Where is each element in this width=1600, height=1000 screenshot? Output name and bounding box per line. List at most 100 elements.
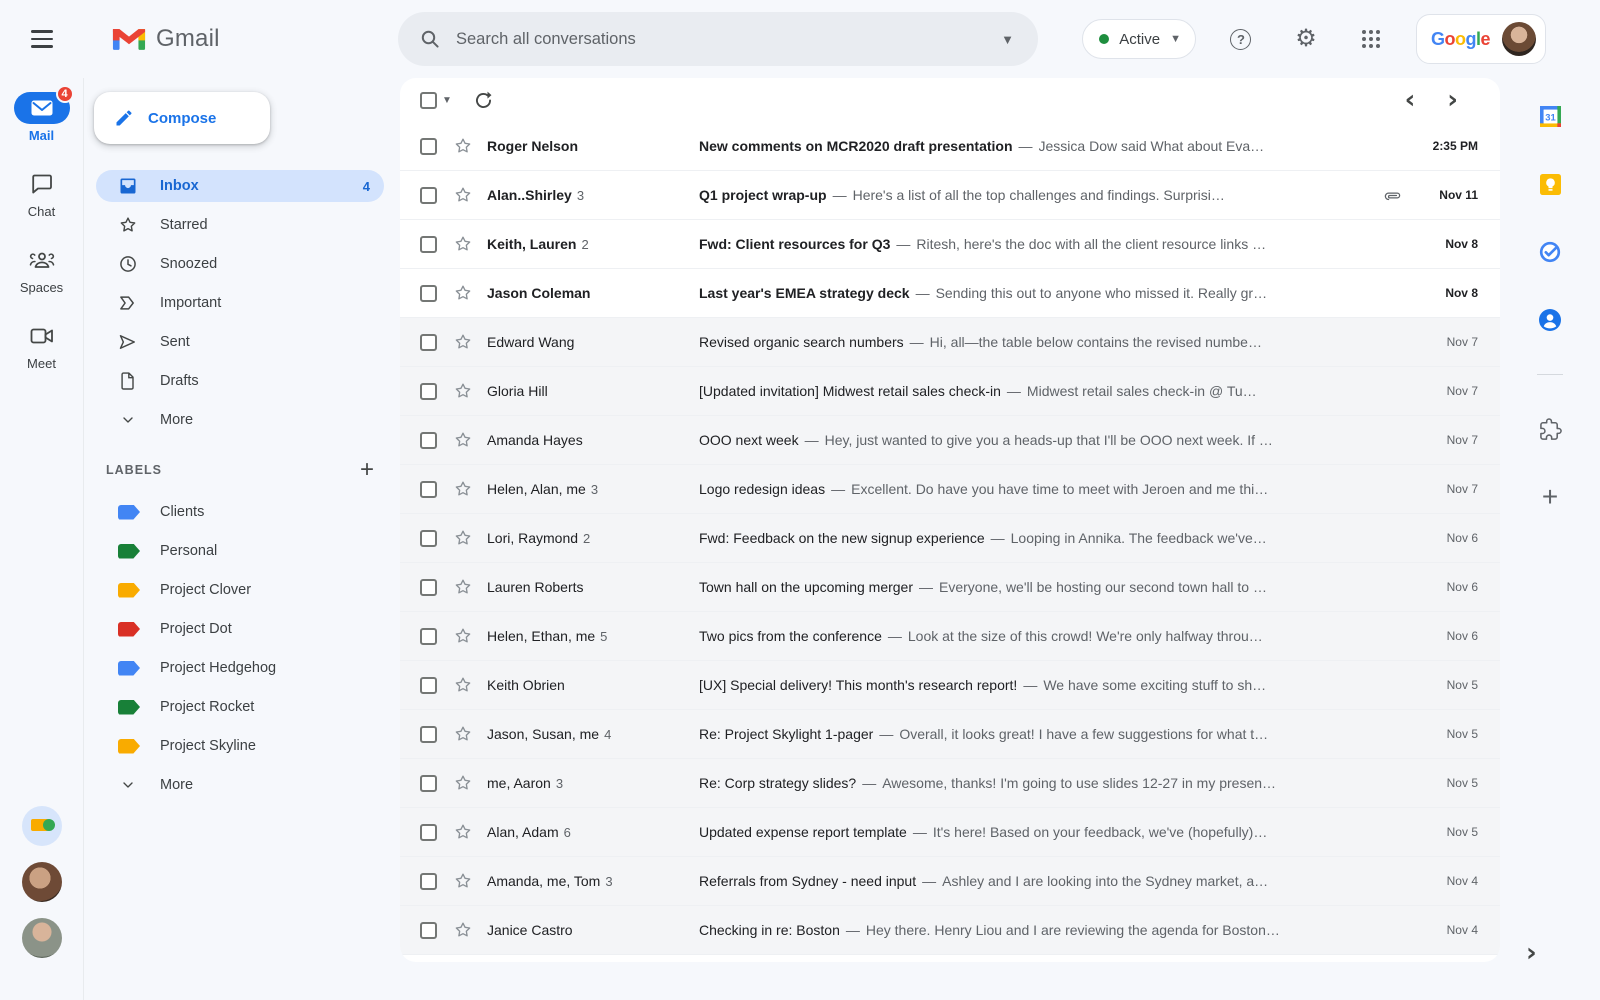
label-item-project-clover[interactable]: Project Clover bbox=[96, 574, 384, 606]
star-icon[interactable] bbox=[453, 136, 473, 156]
star-icon[interactable] bbox=[453, 430, 473, 450]
label-item-project-dot[interactable]: Project Dot bbox=[96, 613, 384, 645]
star-icon[interactable] bbox=[453, 234, 473, 254]
row-checkbox[interactable] bbox=[420, 774, 437, 792]
star-icon[interactable] bbox=[453, 381, 473, 401]
row-checkbox[interactable] bbox=[420, 186, 437, 204]
conversation-row[interactable]: Janice Castro Checking in re: Boston — Hey … bbox=[400, 906, 1500, 955]
subject: Q1 project wrap-up bbox=[699, 187, 827, 203]
sidebar-item-starred[interactable]: Starred bbox=[96, 209, 384, 241]
conversation-row[interactable]: me, Aaron 3 Re: Corp strategy slides? — Awes… bbox=[400, 759, 1500, 808]
compose-button[interactable]: Compose bbox=[94, 92, 270, 144]
conversation-row[interactable]: Gloria Hill [Updated invitation] Midwest … bbox=[400, 367, 1500, 416]
row-checkbox[interactable] bbox=[420, 823, 437, 841]
search-input[interactable] bbox=[456, 29, 1002, 49]
settings-button[interactable]: ⚙ bbox=[1286, 19, 1326, 59]
sidebar-item-snoozed[interactable]: Snoozed bbox=[96, 248, 384, 280]
camera-toy-avatar[interactable] bbox=[21, 806, 62, 846]
star-icon[interactable] bbox=[453, 577, 473, 597]
star-icon[interactable] bbox=[453, 185, 473, 205]
conversation-row[interactable]: Jason Coleman Last year's EMEA strategy d… bbox=[400, 269, 1500, 318]
rail-item-chat[interactable]: Chat bbox=[14, 168, 70, 219]
label-item-personal[interactable]: Personal bbox=[96, 535, 384, 567]
conversation-row[interactable]: Edward Wang Revised organic search number… bbox=[400, 318, 1500, 367]
google-keep-icon[interactable] bbox=[1536, 170, 1564, 198]
sidebar-item-drafts[interactable]: Drafts bbox=[96, 365, 384, 397]
select-dropdown-icon[interactable]: ▼ bbox=[442, 95, 452, 106]
row-checkbox[interactable] bbox=[420, 333, 437, 351]
label-item-project-skyline[interactable]: Project Skyline bbox=[96, 730, 384, 762]
search-options-dropdown-icon[interactable]: ▼ bbox=[1001, 32, 1014, 47]
search-icon[interactable] bbox=[420, 29, 440, 49]
older-page-button[interactable]: › bbox=[1447, 87, 1458, 113]
sidebar-item-important[interactable]: Important bbox=[96, 287, 384, 319]
help-button[interactable]: ? bbox=[1221, 19, 1261, 59]
woman-avatar[interactable] bbox=[21, 862, 62, 902]
conversation-row[interactable]: Lori, Raymond 2 Fwd: Feedback on the new s… bbox=[400, 514, 1500, 563]
profile-avatar[interactable] bbox=[1502, 22, 1536, 56]
row-checkbox[interactable] bbox=[420, 529, 437, 547]
google-contacts-icon[interactable] bbox=[1536, 306, 1564, 334]
row-checkbox[interactable] bbox=[420, 284, 437, 302]
conversation-row[interactable]: Amanda Hayes OOO next week — Hey, just want… bbox=[400, 416, 1500, 465]
row-checkbox[interactable] bbox=[420, 235, 437, 253]
add-label-button[interactable]: + bbox=[360, 458, 374, 482]
select-all-checkbox[interactable] bbox=[420, 91, 437, 109]
conversation-row[interactable]: Roger Nelson New comments on MCR2020 draf… bbox=[400, 122, 1500, 171]
row-checkbox[interactable] bbox=[420, 627, 437, 645]
row-checkbox[interactable] bbox=[420, 431, 437, 449]
star-icon[interactable] bbox=[453, 479, 473, 499]
label-item-project-hedgehog[interactable]: Project Hedgehog bbox=[96, 652, 384, 684]
star-icon[interactable] bbox=[453, 283, 473, 303]
google-tasks-icon[interactable] bbox=[1536, 238, 1564, 266]
row-checkbox[interactable] bbox=[420, 578, 437, 596]
star-icon[interactable] bbox=[453, 871, 473, 891]
star-icon[interactable] bbox=[453, 773, 473, 793]
conversation-row[interactable]: Keith Obrien [UX] Special delivery! This … bbox=[400, 661, 1500, 710]
google-apps-button[interactable] bbox=[1351, 19, 1391, 59]
rail-item-spaces[interactable]: Spaces bbox=[14, 244, 70, 295]
add-panel-icon[interactable]: + bbox=[1536, 483, 1564, 511]
rail-item-mail[interactable]: 4 Mail bbox=[13, 85, 74, 143]
row-checkbox[interactable] bbox=[420, 480, 437, 498]
label-item-project-rocket[interactable]: Project Rocket bbox=[96, 691, 384, 723]
sidebar-item-sent[interactable]: Sent bbox=[96, 326, 384, 358]
search-bar[interactable]: ▼ bbox=[398, 12, 1038, 66]
row-checkbox[interactable] bbox=[420, 382, 437, 400]
star-icon[interactable] bbox=[453, 920, 473, 940]
google-calendar-icon[interactable]: 31 bbox=[1536, 102, 1564, 130]
google-account-button[interactable]: Google bbox=[1415, 14, 1546, 64]
sidebar-item-more[interactable]: More bbox=[96, 404, 384, 436]
row-checkbox[interactable] bbox=[420, 921, 437, 939]
star-icon[interactable] bbox=[453, 626, 473, 646]
main-menu-button[interactable] bbox=[20, 17, 64, 61]
conversation-row[interactable]: Alan, Adam 6 Updated expense report templa… bbox=[400, 808, 1500, 857]
star-icon[interactable] bbox=[453, 332, 473, 352]
rail-item-meet[interactable]: Meet bbox=[14, 320, 70, 371]
conversation-row[interactable]: Lauren Roberts Town hall on the upcoming … bbox=[400, 563, 1500, 612]
star-icon[interactable] bbox=[453, 528, 473, 548]
conversation-row[interactable]: Alan..Shirley 3 Q1 project wrap-up — Here's … bbox=[400, 171, 1500, 220]
star-icon[interactable] bbox=[453, 724, 473, 744]
row-checkbox[interactable] bbox=[420, 872, 437, 890]
conversation-row[interactable]: Helen, Alan, me 3 Logo redesign ideas — Exce… bbox=[400, 465, 1500, 514]
row-checkbox[interactable] bbox=[420, 137, 437, 155]
row-checkbox[interactable] bbox=[420, 725, 437, 743]
refresh-icon[interactable] bbox=[474, 91, 493, 110]
labels-more[interactable]: More bbox=[96, 769, 384, 801]
label-item-clients[interactable]: Clients bbox=[96, 496, 384, 528]
man-avatar[interactable] bbox=[21, 918, 62, 958]
conversation-row[interactable]: Keith, Lauren 2 Fwd: Client resources for … bbox=[400, 220, 1500, 269]
sidebar-item-inbox[interactable]: Inbox 4 bbox=[96, 170, 384, 202]
row-checkbox[interactable] bbox=[420, 676, 437, 694]
conversation-row[interactable]: Amanda, me, Tom 3 Referrals from Sydney - … bbox=[400, 857, 1500, 906]
conversation-row[interactable]: Helen, Ethan, me 5 Two pics from the confe… bbox=[400, 612, 1500, 661]
star-icon[interactable] bbox=[453, 822, 473, 842]
get-add-ons-icon[interactable] bbox=[1536, 415, 1564, 443]
star-icon[interactable] bbox=[453, 675, 473, 695]
label-tag-icon bbox=[118, 660, 140, 676]
status-selector[interactable]: Active ▼ bbox=[1082, 19, 1196, 59]
conversation-row[interactable]: Jason, Susan, me 4 Re: Project Skylight 1-… bbox=[400, 710, 1500, 759]
show-side-panel-icon[interactable]: › bbox=[1526, 938, 1537, 968]
newer-page-button[interactable]: ‹ bbox=[1405, 87, 1416, 113]
